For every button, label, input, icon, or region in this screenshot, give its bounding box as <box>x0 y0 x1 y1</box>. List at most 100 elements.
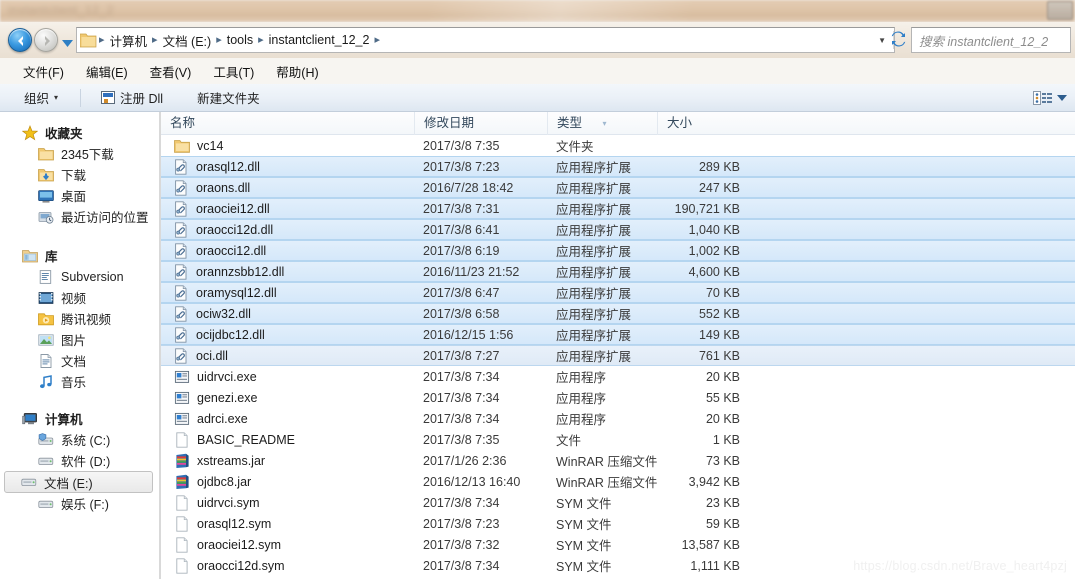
sidebar-item-drive-c[interactable]: 系统 (C:) <box>0 429 159 450</box>
sidebar-item-downloads[interactable]: 下载 <box>0 164 159 185</box>
file-type: 应用程序扩展 <box>556 161 632 175</box>
generic-file-icon <box>176 515 188 532</box>
history-dropdown-button[interactable] <box>62 37 73 51</box>
search-placeholder: 搜索 instantclient_12_2 <box>919 34 1049 49</box>
menu-item-edit[interactable]: 编辑(E) <box>75 60 139 83</box>
column-header-size[interactable]: 大小 <box>657 112 749 135</box>
file-name: oraocci12d.dll <box>196 222 274 237</box>
sidebar-label: 娱乐 (F:) <box>61 498 109 512</box>
view-dropdown-caret-icon[interactable] <box>1057 94 1067 102</box>
sidebar-item-pictures[interactable]: 图片 <box>0 329 159 350</box>
content-area: 收藏夹 2345下载 下载 桌面 最近访问的位置 库 Subversion 视频… <box>0 112 1075 579</box>
table-row[interactable]: orasql12.sym 2017/3/8 7:23 SYM 文件 59 KB <box>161 513 1075 534</box>
table-row[interactable]: adrci.exe 2017/3/8 7:34 应用程序 20 KB <box>161 408 1075 429</box>
breadcrumb-item-0[interactable]: 计算机 <box>106 31 152 50</box>
file-date: 2016/7/28 18:42 <box>423 180 514 195</box>
sidebar-item-music[interactable]: 音乐 <box>0 371 159 392</box>
sidebar-item-drive-d[interactable]: 软件 (D:) <box>0 450 159 471</box>
table-row[interactable]: oraociei12.dll 2017/3/8 7:31 应用程序扩展 190,721… <box>161 198 1075 219</box>
file-name-cell: uidrvci.exe <box>161 369 414 385</box>
file-date: 2017/3/8 7:34 <box>423 369 500 384</box>
column-header-type[interactable]: 类型 ▾ <box>547 112 657 135</box>
file-list-pane: 名称 修改日期 类型 ▾ 大小 vc14 2017/3/8 7:35 文件夹 oras… <box>161 112 1075 579</box>
nav-section-favorites: 收藏夹 2345下载 下载 桌面 最近访问的位置 <box>0 122 159 227</box>
table-row[interactable]: oraons.dll 2016/7/28 18:42 应用程序扩展 247 KB <box>161 177 1075 198</box>
sidebar-item-videos[interactable]: 视频 <box>0 287 159 308</box>
view-mode-icon[interactable] <box>1033 90 1053 106</box>
menu-item-view[interactable]: 查看(V) <box>139 60 203 83</box>
file-name: oraons.dll <box>196 180 251 195</box>
breadcrumb-item-2[interactable]: tools <box>223 33 257 47</box>
sidebar-item-libraries[interactable]: 库 <box>0 245 159 266</box>
back-button[interactable] <box>8 28 32 52</box>
column-header-date[interactable]: 修改日期 <box>414 112 547 135</box>
sidebar-item-desktop[interactable]: 桌面 <box>0 185 159 206</box>
video-icon <box>38 291 54 304</box>
table-row[interactable]: uidrvci.exe 2017/3/8 7:34 应用程序 20 KB <box>161 366 1075 387</box>
breadcrumb-bar[interactable]: ▸ 计算机 ▸ 文档 (E:) ▸ tools ▸ instantclient_… <box>76 27 895 53</box>
table-row[interactable]: orannzsbb12.dll 2016/11/23 21:52 应用程序扩展 4,6… <box>161 261 1075 282</box>
file-type: 应用程序扩展 <box>556 266 632 280</box>
file-type: 应用程序 <box>556 413 607 427</box>
table-row[interactable]: oraocci12.dll 2017/3/8 6:19 应用程序扩展 1,002 KB <box>161 240 1075 261</box>
sidebar-item-drive-e[interactable]: 文档 (E:) <box>4 471 153 493</box>
search-input[interactable]: 搜索 instantclient_12_2 <box>911 27 1071 53</box>
menu-item-tools[interactable]: 工具(T) <box>202 60 265 83</box>
table-row[interactable]: oramysql12.dll 2017/3/8 6:47 应用程序扩展 70 KB <box>161 282 1075 303</box>
table-row[interactable]: genezi.exe 2017/3/8 7:34 应用程序 55 KB <box>161 387 1075 408</box>
table-row[interactable]: xstreams.jar 2017/1/26 2:36 WinRAR 压缩文件 73 … <box>161 450 1075 471</box>
sidebar-item-documents[interactable]: 文档 <box>0 350 159 371</box>
menu-item-file[interactable]: 文件(F) <box>12 60 75 83</box>
table-row[interactable]: ociw32.dll 2017/3/8 6:58 应用程序扩展 552 KB <box>161 303 1075 324</box>
menu-item-help[interactable]: 帮助(H) <box>265 60 329 83</box>
file-name: ojdbc8.jar <box>197 474 252 489</box>
file-date: 2017/3/8 7:31 <box>423 201 500 216</box>
file-size: 289 KB <box>698 159 740 174</box>
table-row[interactable]: ocijdbc12.dll 2016/12/15 1:56 应用程序扩展 149 KB <box>161 324 1075 345</box>
table-row[interactable]: vc14 2017/3/8 7:35 文件夹 <box>161 135 1075 156</box>
column-header-name[interactable]: 名称 <box>161 112 414 135</box>
breadcrumb-item-3[interactable]: instantclient_12_2 <box>265 33 374 47</box>
file-type: WinRAR 压缩文件 <box>556 476 657 490</box>
table-row[interactable]: BASIC_README 2017/3/8 7:35 文件 1 KB <box>161 429 1075 450</box>
sidebar-item-favorites[interactable]: 收藏夹 <box>0 122 159 143</box>
register-dll-button[interactable]: 注册 Dll <box>91 85 173 110</box>
sidebar-item-subversion[interactable]: Subversion <box>0 266 159 287</box>
forward-arrow-icon <box>45 36 50 46</box>
sidebar-item-2345-downloads[interactable]: 2345下载 <box>0 143 159 164</box>
file-size: 23 KB <box>705 495 740 510</box>
table-row[interactable]: oraociei12.sym 2017/3/8 7:32 SYM 文件 13,587 … <box>161 534 1075 555</box>
file-date: 2017/3/8 7:27 <box>423 348 500 363</box>
new-folder-label: 新建文件夹 <box>197 92 260 106</box>
drive-icon <box>21 478 37 486</box>
file-size: 1,002 KB <box>688 243 740 258</box>
table-row[interactable]: ojdbc8.jar 2016/12/13 16:40 WinRAR 压缩文件 3,9… <box>161 471 1075 492</box>
sidebar-item-drive-f[interactable]: 娱乐 (F:) <box>0 493 159 514</box>
refresh-button[interactable] <box>888 31 908 50</box>
table-row[interactable]: oraocci12d.dll 2017/3/8 6:41 应用程序扩展 1,040 K… <box>161 219 1075 240</box>
file-name-cell: oramysql12.dll <box>161 284 414 301</box>
window-control-button[interactable] <box>1047 1 1073 20</box>
file-type: 文件夹 <box>556 140 594 154</box>
nav-section-computer: 计算机 系统 (C:) 软件 (D:) 文档 (E:) 娱乐 (F:) <box>0 408 159 514</box>
sidebar-item-computer[interactable]: 计算机 <box>0 408 159 429</box>
organize-button[interactable]: 组织 ▾ <box>14 85 68 110</box>
breadcrumb-separator: ▸ <box>216 33 222 46</box>
forward-button[interactable] <box>34 28 58 52</box>
file-size: 20 KB <box>705 411 740 426</box>
file-date: 2017/3/8 7:35 <box>423 432 500 447</box>
sidebar-item-recent-places[interactable]: 最近访问的位置 <box>0 206 159 227</box>
file-type: 应用程序扩展 <box>556 329 632 343</box>
file-size: 761 KB <box>698 348 740 363</box>
file-name-cell: oci.dll <box>161 347 414 364</box>
breadcrumb-item-1[interactable]: 文档 (E:) <box>159 31 216 50</box>
new-folder-button[interactable]: 新建文件夹 <box>187 85 270 110</box>
toolbar-separator <box>80 88 82 107</box>
file-name-cell: oraocci12d.dll <box>161 221 414 238</box>
breadcrumb-separator: ▸ <box>99 33 105 46</box>
table-row[interactable]: orasql12.dll 2017/3/8 7:23 应用程序扩展 289 KB <box>161 156 1075 177</box>
table-row[interactable]: oci.dll 2017/3/8 7:27 应用程序扩展 761 KB <box>161 345 1075 366</box>
table-row[interactable]: uidrvci.sym 2017/3/8 7:34 SYM 文件 23 KB <box>161 492 1075 513</box>
sidebar-item-tencent-video[interactable]: 腾讯视频 <box>0 308 159 329</box>
register-dll-label: 注册 Dll <box>120 92 164 106</box>
